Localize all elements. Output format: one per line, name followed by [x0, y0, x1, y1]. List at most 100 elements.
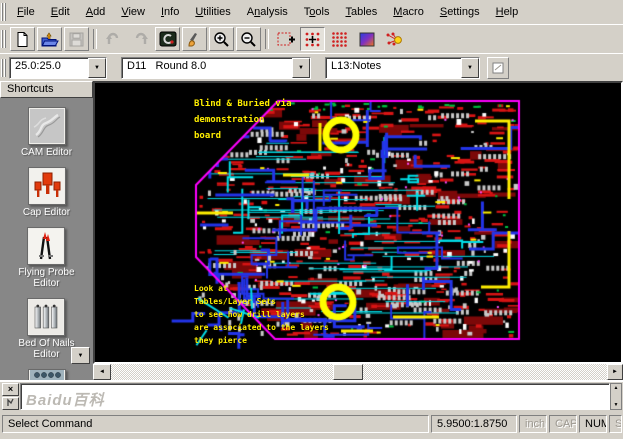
open-folder-icon: [41, 31, 59, 48]
status-num-lock: NUM: [579, 415, 607, 433]
snap-grid-button[interactable]: [300, 27, 325, 51]
fixture-editor-icon: [28, 369, 66, 380]
status-caps-lock: CAP: [549, 415, 577, 433]
colors-button[interactable]: [354, 27, 379, 51]
snap-grid-icon: [304, 31, 321, 48]
status-bar: Select Command 5.9500:1.8750 inch CAP NU…: [0, 412, 623, 439]
save-button[interactable]: [64, 27, 89, 51]
dcode-combo[interactable]: D11 Round 8.0 ▼: [121, 57, 311, 79]
shortcut-bed-of-nails-editor[interactable]: Bed Of Nails Editor: [18, 298, 74, 360]
shortcut-flying-probe-editor[interactable]: Flying Probe Editor: [18, 227, 74, 289]
open-button[interactable]: [37, 27, 62, 51]
scroll-left-button[interactable]: ◄: [93, 364, 111, 380]
shortcut-label: CAM Editor: [21, 147, 72, 158]
layer-swatch-icon: [492, 62, 504, 74]
color-palette-icon: [358, 31, 376, 48]
close-icon: ×: [8, 385, 13, 394]
menu-bar: File Edit Add View Info Utilities Analys…: [0, 0, 623, 24]
menu-macro[interactable]: Macro: [385, 1, 432, 23]
new-button[interactable]: [10, 27, 35, 51]
redraw-screen-icon: [159, 31, 177, 47]
menu-info[interactable]: Info: [153, 1, 187, 23]
chevron-down-icon[interactable]: ▼: [88, 58, 106, 78]
menu-file[interactable]: File: [9, 1, 43, 23]
toolbar-grip[interactable]: [1, 59, 6, 77]
zoom-out-button[interactable]: [236, 27, 261, 51]
shortcuts-tab[interactable]: Shortcuts: [0, 81, 93, 98]
menu-utilities[interactable]: Utilities: [187, 1, 238, 23]
menu-tables[interactable]: Tables: [337, 1, 385, 23]
scroll-left-icon: ◄: [99, 369, 105, 375]
menu-settings[interactable]: Settings: [432, 1, 488, 23]
dcode-combo-value: D11 Round 8.0: [122, 58, 292, 78]
status-scroll-lock: SCRL: [609, 415, 622, 433]
redo-button[interactable]: [128, 27, 153, 51]
layer-swatch-button[interactable]: [487, 57, 509, 79]
menu-tools[interactable]: Tools: [296, 1, 338, 23]
layer-combo-value: L13:Notes: [326, 58, 461, 78]
canvas-column: Blind & Buried via demonstration board L…: [93, 81, 623, 380]
menu-add[interactable]: Add: [78, 1, 114, 23]
scrollbar-thumb[interactable]: [333, 364, 363, 380]
redo-arrow-icon: [132, 31, 149, 48]
chevron-down-icon: ▼: [78, 353, 84, 359]
status-units: inch: [519, 415, 547, 433]
grid-points-icon: [331, 31, 348, 48]
undo-arrow-icon: [105, 31, 122, 48]
save-floppy-icon: [68, 31, 85, 48]
menu-grip[interactable]: [1, 3, 6, 21]
zoom-out-icon: [240, 31, 257, 48]
chevron-down-icon[interactable]: ▼: [461, 58, 479, 78]
zoom-in-button[interactable]: [209, 27, 234, 51]
scroll-right-icon: ►: [612, 369, 618, 375]
main-area: Shortcuts CAM Editor Cap Editor Flying P…: [0, 81, 623, 380]
grid-combo[interactable]: 25.0:25.0 ▼: [9, 57, 107, 79]
origin-target-icon: [277, 31, 295, 48]
highlight-net-icon: [385, 31, 403, 48]
shortcut-next-editor[interactable]: [28, 369, 66, 380]
shortcuts-panel: CAM Editor Cap Editor Flying Probe Edito…: [0, 98, 93, 380]
command-buttons: ×: [2, 383, 20, 410]
grid-button[interactable]: [327, 27, 352, 51]
chevron-down-icon[interactable]: ▼: [292, 58, 310, 78]
shortcut-label: Flying Probe Editor: [18, 267, 74, 289]
shortcut-label: Cap Editor: [23, 207, 70, 218]
pcb-canvas[interactable]: [95, 83, 621, 362]
highlight-button[interactable]: [182, 27, 207, 51]
scroll-right-button[interactable]: ►: [607, 364, 623, 380]
command-close-button[interactable]: ×: [2, 383, 19, 396]
shortcut-cap-editor[interactable]: Cap Editor: [23, 167, 70, 218]
bed-of-nails-editor-icon: [27, 298, 65, 336]
menu-help[interactable]: Help: [488, 1, 527, 23]
origin-button[interactable]: [273, 27, 298, 51]
scroll-down-icon: ▼: [611, 401, 621, 409]
toolbar-separator: [265, 29, 269, 49]
shortcut-label: Bed Of Nails Editor: [18, 338, 74, 360]
command-pin-button[interactable]: [2, 397, 19, 410]
shortcuts-scroll-down-button[interactable]: ▼: [71, 347, 90, 364]
status-coordinates: 5.9500:1.8750: [431, 415, 517, 433]
highlight-brush-icon: [186, 31, 203, 48]
menu-view[interactable]: View: [113, 1, 153, 23]
command-scrollbar[interactable]: ▲ ▼: [610, 383, 622, 410]
grid-combo-value: 25.0:25.0: [10, 58, 88, 78]
cam-editor-icon: [28, 107, 66, 145]
zoom-in-icon: [213, 31, 230, 48]
highlight-net-button[interactable]: [381, 27, 406, 51]
shortcut-cam-editor[interactable]: CAM Editor: [21, 107, 72, 158]
shortcuts-sidebar: Shortcuts CAM Editor Cap Editor Flying P…: [0, 81, 93, 380]
redraw-button[interactable]: [155, 27, 180, 51]
pin-icon: [6, 398, 15, 409]
layer-combo[interactable]: L13:Notes ▼: [325, 57, 480, 79]
toolbar-separator: [93, 29, 97, 49]
menu-edit[interactable]: Edit: [43, 1, 78, 23]
menu-analysis[interactable]: Analysis: [239, 1, 296, 23]
scroll-up-icon: ▲: [611, 384, 621, 392]
combo-toolbar: 25.0:25.0 ▼ D11 Round 8.0 ▼ L13:Notes ▼: [0, 53, 623, 81]
undo-button[interactable]: [101, 27, 126, 51]
pcb-viewport[interactable]: Blind & Buried via demonstration board L…: [93, 81, 623, 364]
horizontal-scrollbar[interactable]: ◄ ►: [93, 364, 623, 380]
flying-probe-editor-icon: [27, 227, 65, 265]
command-input[interactable]: [20, 383, 610, 410]
toolbar-grip[interactable]: [1, 30, 6, 48]
